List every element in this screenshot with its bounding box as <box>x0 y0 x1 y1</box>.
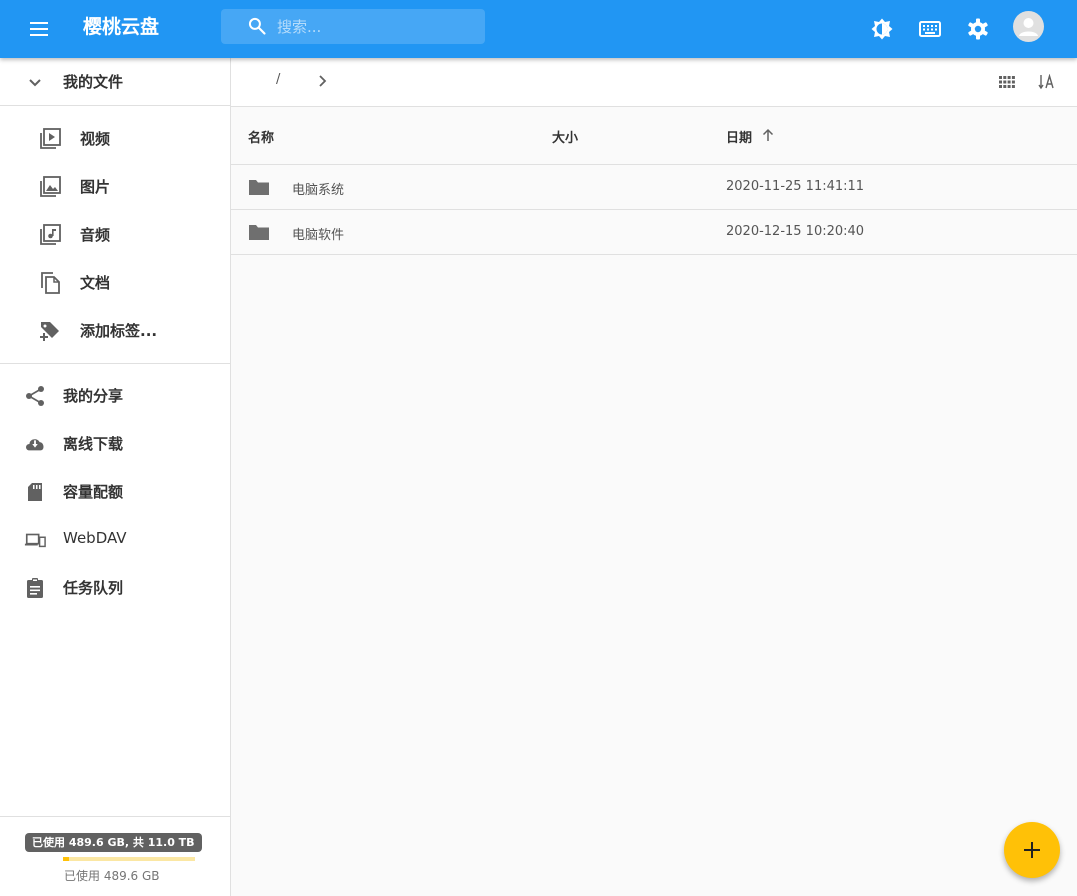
sidebar-item-quota[interactable]: 容量配额 <box>0 467 230 515</box>
plus-icon <box>1024 842 1040 858</box>
sidebar-item-documents[interactable]: 文档 <box>0 258 230 306</box>
keyboard-icon <box>919 21 941 37</box>
sidebar-my-files-label: 我的文件 <box>63 73 124 91</box>
table-row[interactable]: 电脑系统 2020-11-25 11:41:11 <box>231 165 1077 210</box>
folder-icon <box>249 225 269 240</box>
file-date: 2020-12-15 10:20:40 <box>726 224 865 239</box>
sidebar-item-label: WebDAV <box>63 529 127 547</box>
app-title[interactable]: 樱桃云盘 <box>83 14 159 40</box>
theme-toggle-button[interactable] <box>866 13 898 45</box>
sort-alpha-icon <box>1038 74 1054 90</box>
sidebar-divider <box>0 363 230 364</box>
tag-plus-icon <box>39 320 61 342</box>
sidebar-item-label: 文档 <box>80 274 111 292</box>
sidebar-item-label: 容量配额 <box>63 483 124 501</box>
cloud-download-icon <box>24 433 46 455</box>
sidebar-item-label: 图片 <box>80 178 111 196</box>
sidebar-item-audio[interactable]: 音频 <box>0 210 230 258</box>
shortcuts-button[interactable] <box>914 13 946 45</box>
storage-panel[interactable]: 已使用 489.6 GB, 共 11.0 TB 已使用 489.6 GB <box>0 816 230 896</box>
sidebar-item-webdav[interactable]: WebDAV <box>0 515 230 563</box>
storage-tooltip: 已使用 489.6 GB, 共 11.0 TB <box>25 833 202 852</box>
storage-progress-fill <box>63 857 69 861</box>
search-input[interactable] <box>277 9 477 44</box>
sidebar-item-label: 添加标签... <box>80 322 158 340</box>
storage-used-text: 已使用 489.6 GB <box>64 869 160 883</box>
gear-icon <box>968 18 988 40</box>
settings-button[interactable] <box>962 13 994 45</box>
sidebar-item-label: 离线下载 <box>63 435 124 453</box>
file-list-header: 名称 大小 日期 <box>231 107 1077 165</box>
account-icon <box>1019 18 1038 36</box>
sidebar-item-label: 任务队列 <box>63 579 124 597</box>
table-row[interactable]: 电脑软件 2020-12-15 10:20:40 <box>231 210 1077 255</box>
photo-library-icon <box>39 176 61 198</box>
file-date: 2020-11-25 11:41:11 <box>726 179 865 194</box>
column-name-header[interactable]: 名称 <box>248 127 274 146</box>
navigator-toolbar: / <box>231 58 1077 107</box>
sidebar-item-add-tag[interactable]: 添加标签... <box>0 306 230 354</box>
sort-button[interactable] <box>1035 70 1059 94</box>
search-icon <box>248 17 266 35</box>
search-box[interactable] <box>221 9 485 44</box>
sidebar-item-offline-download[interactable]: 离线下载 <box>0 419 230 467</box>
chevron-right-icon[interactable] <box>312 71 332 91</box>
file-copy-icon <box>39 272 61 294</box>
menu-button[interactable] <box>22 13 56 45</box>
chevron-down-icon <box>29 79 41 87</box>
clipboard-icon <box>24 577 46 599</box>
file-name: 电脑软件 <box>292 228 345 243</box>
storage-progress-bar <box>63 857 195 861</box>
video-library-icon <box>39 128 61 150</box>
view-mode-button[interactable] <box>995 70 1019 94</box>
grid-view-icon <box>999 76 1015 88</box>
folder-icon <box>249 180 269 195</box>
sidebar-item-label: 视频 <box>80 130 111 148</box>
music-library-icon <box>39 224 61 246</box>
brightness-icon <box>871 18 893 40</box>
menu-icon <box>30 22 48 36</box>
sidebar-item-label: 我的分享 <box>63 387 124 405</box>
sidebar-item-label: 音频 <box>80 226 111 244</box>
file-name: 电脑系统 <box>292 183 345 198</box>
devices-icon <box>24 529 46 551</box>
arrow-up-icon <box>762 128 774 141</box>
column-date-header[interactable]: 日期 <box>726 127 752 146</box>
share-icon <box>24 385 46 407</box>
sd-card-icon <box>24 481 46 503</box>
sidebar-item-images[interactable]: 图片 <box>0 162 230 210</box>
breadcrumb-root[interactable]: / <box>276 72 280 87</box>
add-button[interactable] <box>1004 822 1060 878</box>
sidebar-my-files-toggle[interactable]: 我的文件 <box>0 58 230 106</box>
sidebar-item-my-shares[interactable]: 我的分享 <box>0 371 230 419</box>
sidebar: 我的文件 视频 图片 音频 文档 添加标签... 我的分享 离线下载 容量配额 … <box>0 58 231 896</box>
app-bar: 樱桃云盘 <box>0 0 1077 58</box>
column-size-header[interactable]: 大小 <box>552 127 578 146</box>
account-avatar[interactable] <box>1013 11 1044 42</box>
sidebar-item-task-queue[interactable]: 任务队列 <box>0 563 230 611</box>
sidebar-item-video[interactable]: 视频 <box>0 114 230 162</box>
